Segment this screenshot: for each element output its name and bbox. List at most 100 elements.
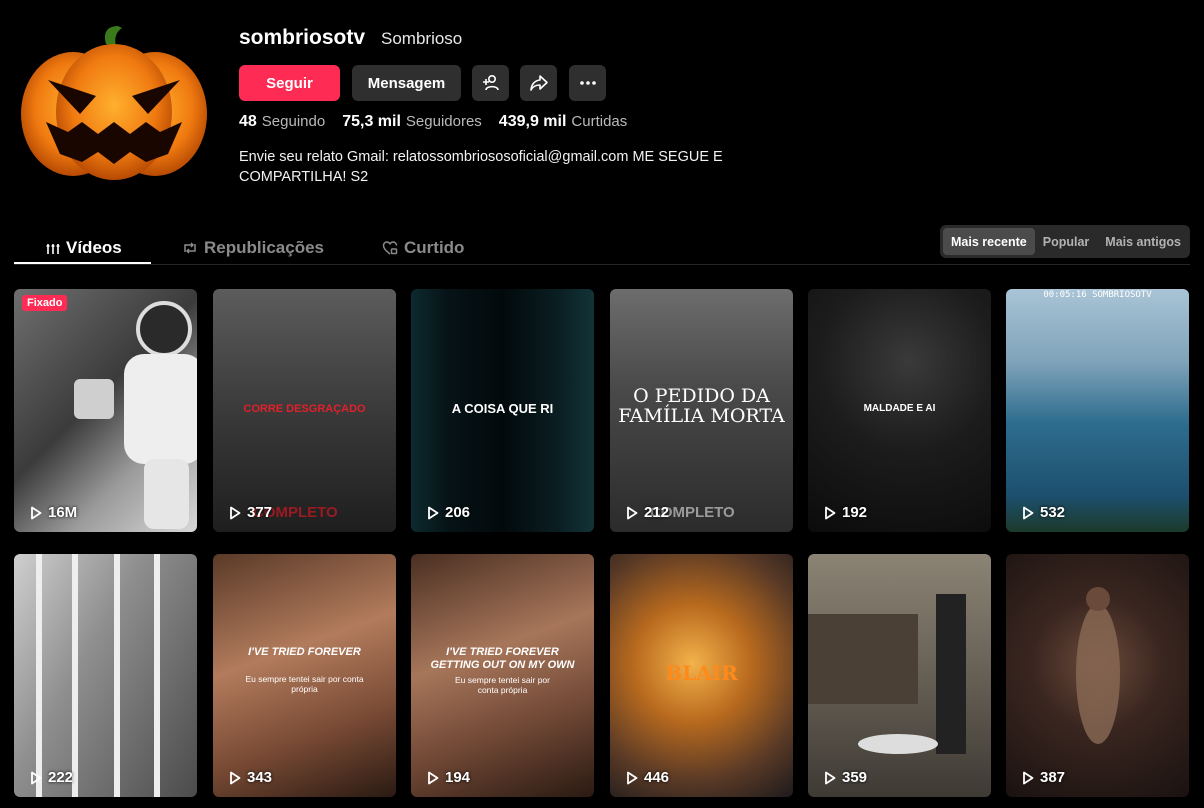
video-card[interactable]: I'VE TRIED FOREVER Eu sempre tentei sair… bbox=[213, 554, 396, 797]
view-count-value: 222 bbox=[48, 769, 74, 786]
view-count-value: 16M bbox=[48, 504, 78, 521]
following-count: 48 bbox=[239, 113, 257, 130]
view-count: 359 bbox=[824, 769, 867, 786]
view-count: 194 bbox=[427, 769, 470, 786]
view-count: 212 bbox=[626, 504, 669, 521]
view-count: 16M bbox=[30, 504, 77, 521]
followers-label: Seguidores bbox=[405, 113, 482, 130]
view-count-value: 377 bbox=[247, 504, 273, 521]
video-card[interactable]: 387 bbox=[1006, 554, 1189, 797]
video-overlay-text: COMPLETO bbox=[253, 504, 338, 521]
tab-reposts[interactable]: Republicações bbox=[182, 231, 324, 265]
sort-latest[interactable]: Mais recente bbox=[943, 228, 1035, 255]
play-icon bbox=[1023, 771, 1034, 784]
more-icon bbox=[579, 81, 596, 85]
bio-line: Envie seu relato Gmail: relatossombrioso… bbox=[239, 149, 723, 165]
add-user-icon bbox=[482, 74, 499, 91]
likes-count: 439,9 mil bbox=[498, 113, 567, 130]
view-count: 206 bbox=[427, 504, 470, 521]
video-card[interactable]: 359 bbox=[808, 554, 991, 797]
pinned-badge: Fixado bbox=[22, 295, 68, 311]
video-card[interactable]: Fixado 16M bbox=[14, 289, 197, 532]
tab-videos[interactable]: Vídeos bbox=[46, 231, 122, 265]
video-title: CORRE DESGRAÇADO bbox=[243, 403, 366, 416]
following-label: Seguindo bbox=[261, 113, 326, 130]
video-card[interactable]: O PEDIDO DA FAMÍLIA MORTA COMPLETO 212 bbox=[610, 289, 793, 532]
view-count: 377 bbox=[229, 504, 272, 521]
play-icon bbox=[627, 506, 638, 519]
video-card[interactable]: I'VE TRIED FOREVER GETTING OUT ON MY OWN… bbox=[411, 554, 594, 797]
video-title: A COISA QUE RI bbox=[451, 400, 554, 416]
video-caption: I'VE TRIED FOREVER GETTING OUT ON MY OWN bbox=[411, 646, 594, 672]
play-icon bbox=[31, 506, 42, 519]
tab-label: Curtido bbox=[404, 238, 465, 257]
view-count: 446 bbox=[626, 769, 669, 786]
add-friend-button[interactable] bbox=[472, 65, 509, 101]
video-card[interactable]: 222 bbox=[14, 554, 197, 797]
view-count-value: 192 bbox=[842, 504, 868, 521]
profile-nickname: Sombrioso bbox=[381, 29, 463, 48]
video-overlay-text: COMPLETO bbox=[650, 504, 735, 521]
view-count-value: 206 bbox=[445, 504, 471, 521]
caption-line: I'VE TRIED FOREVER bbox=[446, 646, 559, 658]
sort-segmented-control: Mais recente Popular Mais antigos bbox=[940, 225, 1190, 258]
tab-liked[interactable]: Curtido bbox=[382, 231, 464, 265]
video-card[interactable]: BLAIR 446 bbox=[610, 554, 793, 797]
play-icon bbox=[1023, 506, 1034, 519]
view-count-value: 532 bbox=[1040, 504, 1066, 521]
heart-lock-icon bbox=[382, 241, 398, 255]
video-card[interactable]: CORRE DESGRAÇADO COMPLETO 377 bbox=[213, 289, 396, 532]
view-count: 192 bbox=[824, 504, 867, 521]
play-icon bbox=[627, 771, 638, 784]
share-icon bbox=[529, 75, 548, 91]
view-count-value: 359 bbox=[842, 769, 868, 786]
likes-label: Curtidas bbox=[571, 113, 628, 130]
followers-stat[interactable]: 75,3 mil Seguidores bbox=[342, 113, 482, 131]
view-count: 343 bbox=[229, 769, 272, 786]
tabs-divider bbox=[14, 264, 1190, 265]
video-caption: I'VE TRIED FOREVER bbox=[248, 646, 361, 658]
play-icon bbox=[825, 506, 836, 519]
follow-button[interactable]: Seguir bbox=[239, 65, 340, 101]
following-stat[interactable]: 48 Seguindo bbox=[239, 113, 325, 131]
video-card[interactable]: 00:05:16 SOMBRIOSOTV 532 bbox=[1006, 289, 1189, 532]
play-icon bbox=[428, 771, 439, 784]
video-title: MALDADE E AI bbox=[863, 403, 936, 415]
view-count: 532 bbox=[1022, 504, 1065, 521]
view-count-value: 343 bbox=[247, 769, 273, 786]
sort-popular[interactable]: Popular bbox=[1035, 228, 1098, 255]
play-icon bbox=[230, 771, 241, 784]
sort-oldest[interactable]: Mais antigos bbox=[1097, 228, 1189, 255]
video-subtitle: Eu sempre tentei sair por conta própria bbox=[245, 674, 364, 694]
video-card[interactable]: A COISA QUE RI 206 bbox=[411, 289, 594, 532]
tab-label: Republicações bbox=[204, 238, 324, 257]
video-overlay-text: 00:05:16 SOMBRIOSOTV bbox=[1043, 290, 1152, 300]
video-title-line: O PEDIDO DA bbox=[633, 385, 770, 408]
view-count: 222 bbox=[30, 769, 73, 786]
likes-stat: 439,9 mil Curtidas bbox=[499, 113, 627, 131]
play-icon bbox=[230, 506, 241, 519]
repost-icon bbox=[184, 242, 196, 254]
more-options-button[interactable] bbox=[569, 65, 606, 101]
bio-line: COMPARTILHA! S2 bbox=[239, 169, 369, 185]
profile-username: sombriosotv bbox=[239, 26, 366, 49]
view-count-value: 446 bbox=[644, 769, 670, 786]
share-button[interactable] bbox=[520, 65, 557, 101]
profile-stats: 48 Seguindo 75,3 mil Seguidores 439,9 mil C… bbox=[239, 113, 627, 131]
message-button[interactable]: Mensagem bbox=[352, 65, 461, 101]
view-count: 387 bbox=[1022, 769, 1065, 786]
followers-count: 75,3 mil bbox=[342, 113, 401, 130]
video-title: BLAIR bbox=[665, 660, 738, 685]
video-card[interactable]: MALDADE E AI 192 bbox=[808, 289, 991, 532]
play-icon bbox=[428, 506, 439, 519]
view-count-value: 194 bbox=[445, 769, 471, 786]
video-subtitle: Eu sempre tentei sair por conta própria bbox=[455, 675, 550, 695]
video-title: O PEDIDO DA FAMÍLIA MORTA bbox=[610, 386, 793, 426]
video-title-line: FAMÍLIA MORTA bbox=[618, 405, 785, 428]
caption-line: GETTING OUT ON MY OWN bbox=[430, 659, 575, 671]
view-count-value: 387 bbox=[1040, 769, 1066, 786]
view-count-value: 212 bbox=[644, 504, 670, 521]
profile-bio: Envie seu relato Gmail: relatossombrioso… bbox=[239, 147, 779, 187]
profile-avatar[interactable] bbox=[18, 22, 210, 182]
play-icon bbox=[825, 771, 836, 784]
